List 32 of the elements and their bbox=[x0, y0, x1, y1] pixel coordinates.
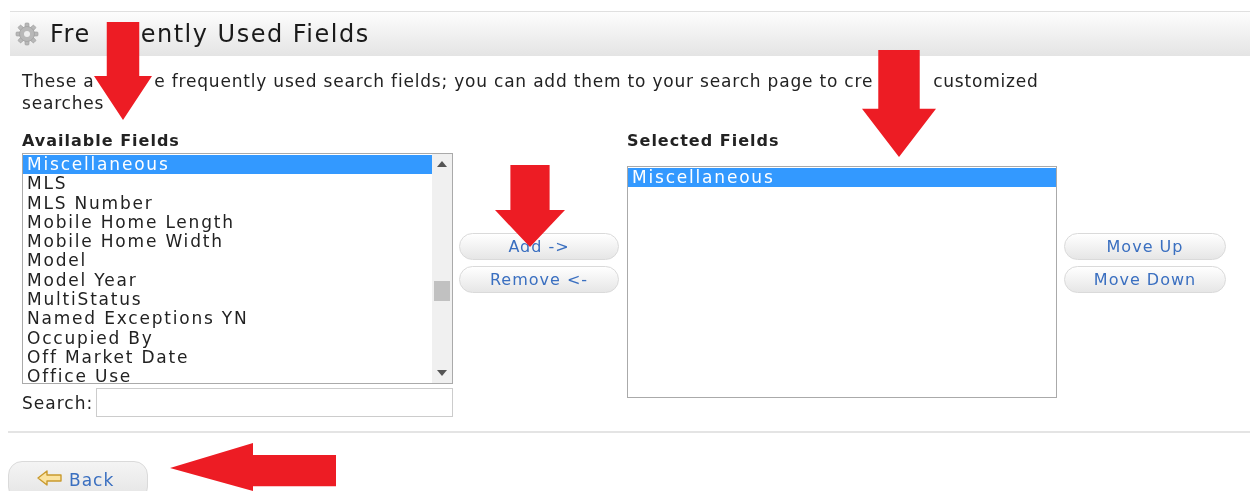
page-title: Fre bbox=[50, 20, 91, 48]
description-text: These a bbox=[22, 71, 95, 91]
order-button[interactable]: Move Down bbox=[1064, 266, 1226, 293]
list-option[interactable]: Mobile Home Width bbox=[23, 232, 432, 252]
description-text: customized bbox=[933, 71, 1039, 91]
back-button[interactable]: Back bbox=[8, 461, 148, 491]
gear-icon bbox=[15, 22, 39, 46]
scrollbar[interactable] bbox=[432, 154, 452, 383]
list-option[interactable]: MLS bbox=[23, 174, 432, 194]
selected-fields-label: Selected Fields bbox=[627, 132, 781, 150]
transfer-button[interactable]: Remove <- bbox=[459, 266, 619, 293]
list-option[interactable]: MLS Number bbox=[23, 193, 432, 213]
search-field[interactable] bbox=[96, 388, 453, 417]
list-option[interactable]: Model Year bbox=[23, 270, 432, 291]
search-label: Search: bbox=[22, 392, 94, 413]
scroll-thumb[interactable] bbox=[434, 281, 450, 301]
list-option[interactable]: Mobile Home Length bbox=[23, 212, 432, 233]
description-text: searches bbox=[22, 93, 105, 113]
list-option[interactable]: Model bbox=[23, 251, 432, 271]
order-button[interactable]: Move Up bbox=[1064, 233, 1226, 260]
list-option[interactable]: Off Market Date bbox=[23, 347, 432, 368]
list-option[interactable]: MultiStatus bbox=[23, 290, 432, 310]
available-fields-list[interactable]: Miscellaneous MLS MLS Number Mobile Home Length Mobile Home Width Model Model Year MultiStatus Named Exceptions YN Occupied By Off Market Date Office Use bbox=[22, 153, 453, 384]
list-option[interactable]: Named Exceptions YN bbox=[23, 309, 432, 329]
list-option[interactable]: Office Use bbox=[23, 367, 432, 383]
available-fields-label: Available Fields bbox=[22, 132, 181, 150]
page-title: ently Used Fields bbox=[140, 20, 370, 48]
scroll-up-icon[interactable] bbox=[437, 161, 447, 167]
back-arrow-icon bbox=[37, 470, 63, 486]
description-text: e frequently used search fields; you can add them to your search page to cre bbox=[154, 71, 874, 91]
list-option[interactable]: Occupied By bbox=[23, 328, 432, 348]
scroll-down-icon[interactable] bbox=[437, 370, 447, 376]
